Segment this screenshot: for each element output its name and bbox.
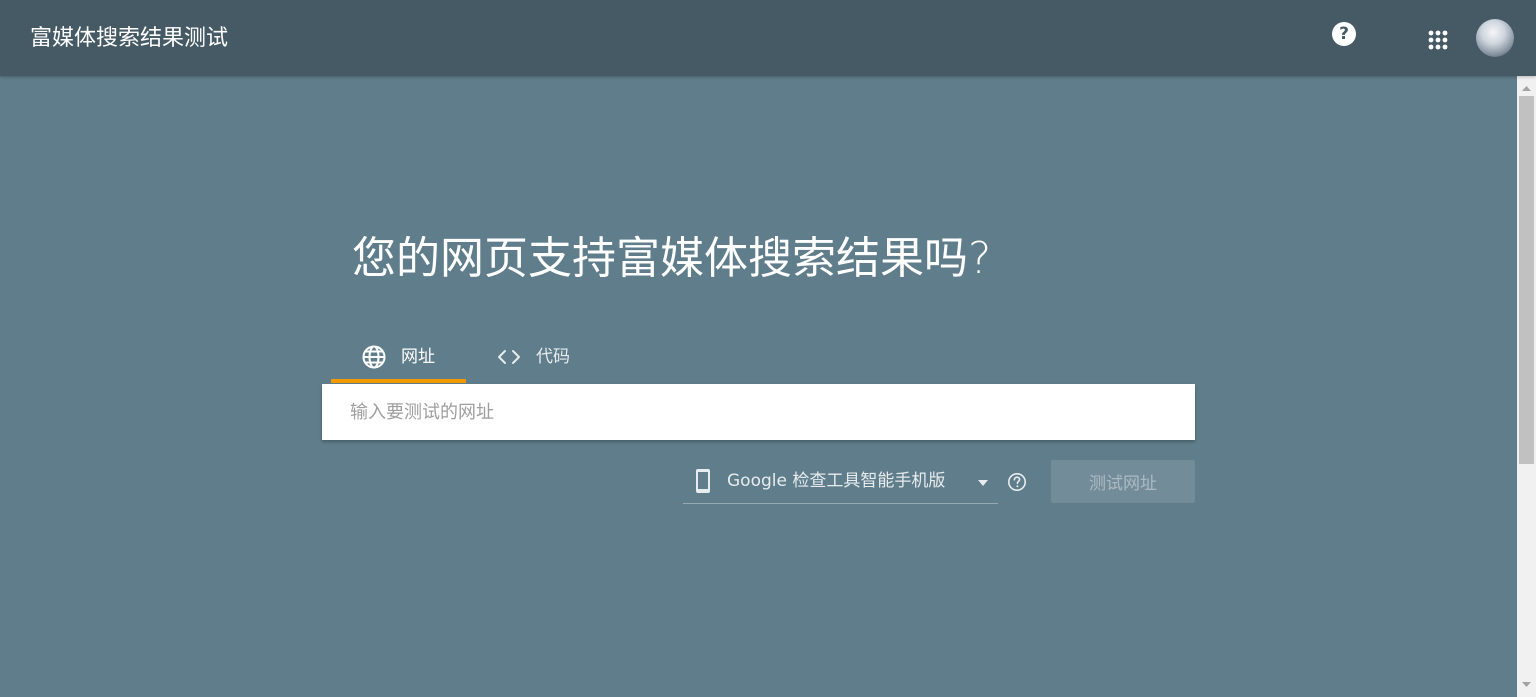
globe-icon xyxy=(362,345,386,369)
scroll-up-arrow-icon[interactable] xyxy=(1517,80,1536,97)
dropdown-arrow-icon xyxy=(978,480,988,486)
test-url-button[interactable]: 测试网址 xyxy=(1051,460,1195,503)
code-brackets-icon xyxy=(498,350,520,364)
smartphone-icon xyxy=(696,469,710,493)
scroll-down-arrow-icon[interactable] xyxy=(1517,676,1536,693)
url-input[interactable] xyxy=(322,384,1195,440)
help-icon[interactable]: ? xyxy=(1332,22,1356,46)
app-bar: 富媒体搜索结果测试 ? xyxy=(0,0,1536,76)
tab-code[interactable]: 代码 xyxy=(480,336,590,380)
crawler-select[interactable]: Google 检查工具智能手机版 xyxy=(683,460,998,504)
tab-selected-indicator xyxy=(331,379,466,383)
apps-grid-icon[interactable] xyxy=(1422,24,1454,56)
tab-url[interactable]: 网址 xyxy=(331,336,466,380)
app-title: 富媒体搜索结果测试 xyxy=(30,26,229,51)
scrollbar-thumb[interactable] xyxy=(1519,96,1534,464)
page-scrollbar[interactable] xyxy=(1517,76,1536,697)
tab-code-label: 代码 xyxy=(536,347,570,367)
crawler-select-value: Google 检查工具智能手机版 xyxy=(727,471,946,491)
tab-url-label: 网址 xyxy=(401,347,435,367)
help-outline-icon[interactable] xyxy=(1007,472,1027,492)
user-avatar[interactable] xyxy=(1476,19,1514,57)
page-headline: 您的网页支持富媒体搜索结果吗? xyxy=(352,233,992,284)
